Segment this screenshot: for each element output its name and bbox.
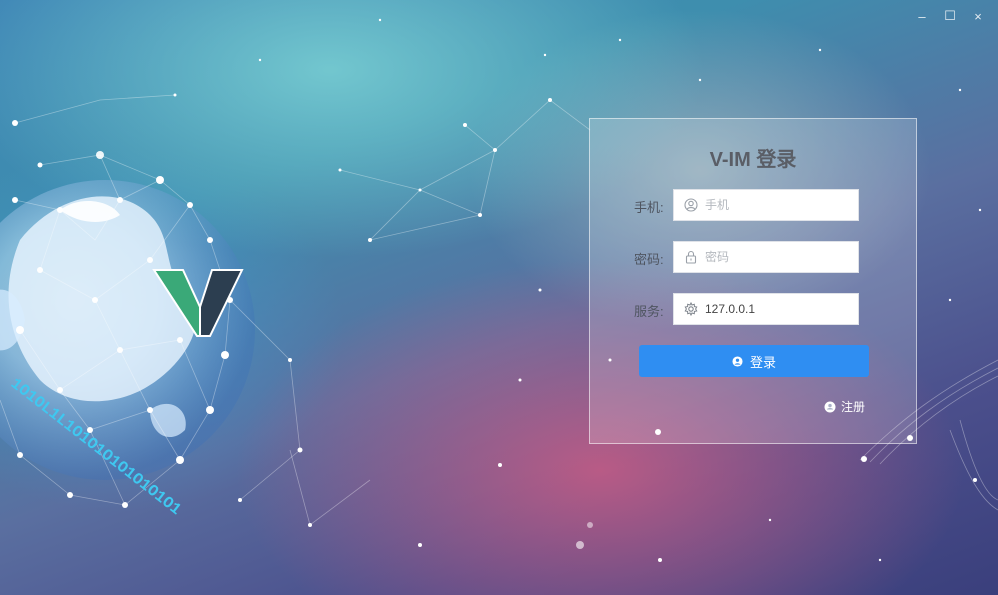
close-button[interactable]: × [968, 7, 988, 25]
password-field[interactable] [673, 241, 859, 273]
server-field[interactable] [673, 293, 859, 325]
password-label: 密码: [634, 252, 664, 267]
phone-label: 手机: [634, 200, 664, 215]
server-label: 服务: [634, 304, 664, 319]
phone-field[interactable] [673, 189, 859, 221]
phone-row: 手机: [590, 189, 918, 221]
login-panel: V-IM 登录 手机: 密码: 服务: 登录 [589, 118, 917, 444]
server-row: 服务: [590, 293, 918, 325]
lock-icon [683, 249, 699, 265]
login-title: V-IM 登录 [709, 149, 797, 171]
user-circle-icon [732, 355, 743, 367]
password-input[interactable] [705, 250, 845, 264]
minimize-button[interactable]: – [912, 7, 932, 25]
logo-dark-shape [199, 269, 244, 337]
server-input[interactable] [705, 302, 845, 316]
phone-input[interactable] [705, 198, 845, 212]
password-row: 密码: [590, 241, 918, 273]
logo-green-shape [152, 269, 201, 337]
user-icon [683, 197, 699, 213]
login-button[interactable]: 登录 [639, 345, 869, 377]
register-link[interactable]: 注册 [824, 398, 865, 415]
window-controls: – ☐ × [912, 7, 988, 25]
register-icon [824, 401, 836, 413]
login-button-label: 登录 [749, 354, 776, 370]
register-label: 注册 [841, 400, 866, 414]
maximize-button[interactable]: ☐ [940, 7, 960, 25]
gear-icon [683, 301, 699, 317]
vim-logo [152, 269, 244, 337]
